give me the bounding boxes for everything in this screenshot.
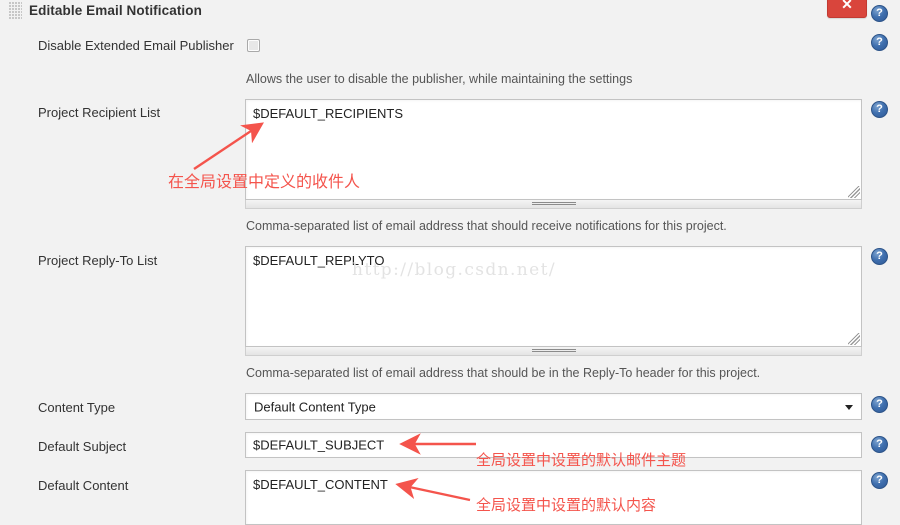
project-recipient-list-value: $DEFAULT_RECIPIENTS <box>253 106 404 121</box>
drag-grip-lines-icon <box>531 202 576 206</box>
help-question-circle-icon-recipient-list[interactable] <box>871 101 888 118</box>
help-question-circle-icon-default-content[interactable] <box>871 472 888 489</box>
disable-extended-email-publisher-checkbox[interactable] <box>247 39 260 52</box>
watermark-text: http://blog.csdn.net/ <box>352 260 556 280</box>
project-recipient-list-help: Comma-separated list of email address th… <box>246 219 727 233</box>
close-x-icon: ✕ <box>841 0 853 12</box>
drag-grip-lines-icon <box>531 349 576 353</box>
default-content-label: Default Content <box>38 478 129 493</box>
default-subject-value: $DEFAULT_SUBJECT <box>253 437 385 453</box>
project-reply-to-list-label: Project Reply-To List <box>38 253 158 268</box>
close-button[interactable]: ✕ <box>827 0 867 18</box>
content-type-label: Content Type <box>38 400 116 415</box>
disable-extended-email-publisher-label: Disable Extended Email Publisher <box>38 38 234 53</box>
textarea-resize-grip-reply-to[interactable] <box>848 333 860 345</box>
textarea-drag-bar-recipient[interactable] <box>245 200 862 209</box>
page-title: Editable Email Notification <box>29 3 202 18</box>
textarea-drag-bar-reply-to[interactable] <box>245 347 862 356</box>
help-question-circle-icon-title[interactable] <box>871 5 888 22</box>
panel-header: Editable Email Notification ✕ <box>0 0 900 24</box>
disable-extended-email-publisher-help: Allows the user to disable the publisher… <box>246 72 633 86</box>
annotation-text-recipient: 在全局设置中定义的收件人 <box>168 172 361 191</box>
content-type-select[interactable]: Default Content Type <box>245 393 862 420</box>
chevron-down-icon <box>845 404 853 410</box>
project-reply-to-list-help: Comma-separated list of email address th… <box>246 366 761 380</box>
default-content-value: $DEFAULT_CONTENT <box>253 477 388 492</box>
help-question-circle-icon-content-type[interactable] <box>871 396 888 413</box>
textarea-resize-grip-recipient[interactable] <box>848 186 860 198</box>
grid-dots-drag-icon[interactable] <box>9 2 22 20</box>
project-recipient-list-label: Project Recipient List <box>38 105 161 120</box>
annotation-text-default-content: 全局设置中设置的默认内容 <box>476 496 657 514</box>
help-question-circle-icon-reply-to-list[interactable] <box>871 248 888 265</box>
help-question-circle-icon-default-subject[interactable] <box>871 436 888 453</box>
annotation-text-default-subject: 全局设置中设置的默认邮件主题 <box>476 451 687 469</box>
default-subject-label: Default Subject <box>38 439 127 454</box>
editable-email-notification-panel: Editable Email Notification ✕ Disable Ex… <box>0 0 900 525</box>
help-question-circle-icon-disable[interactable] <box>871 34 888 51</box>
content-type-value: Default Content Type <box>254 399 376 414</box>
